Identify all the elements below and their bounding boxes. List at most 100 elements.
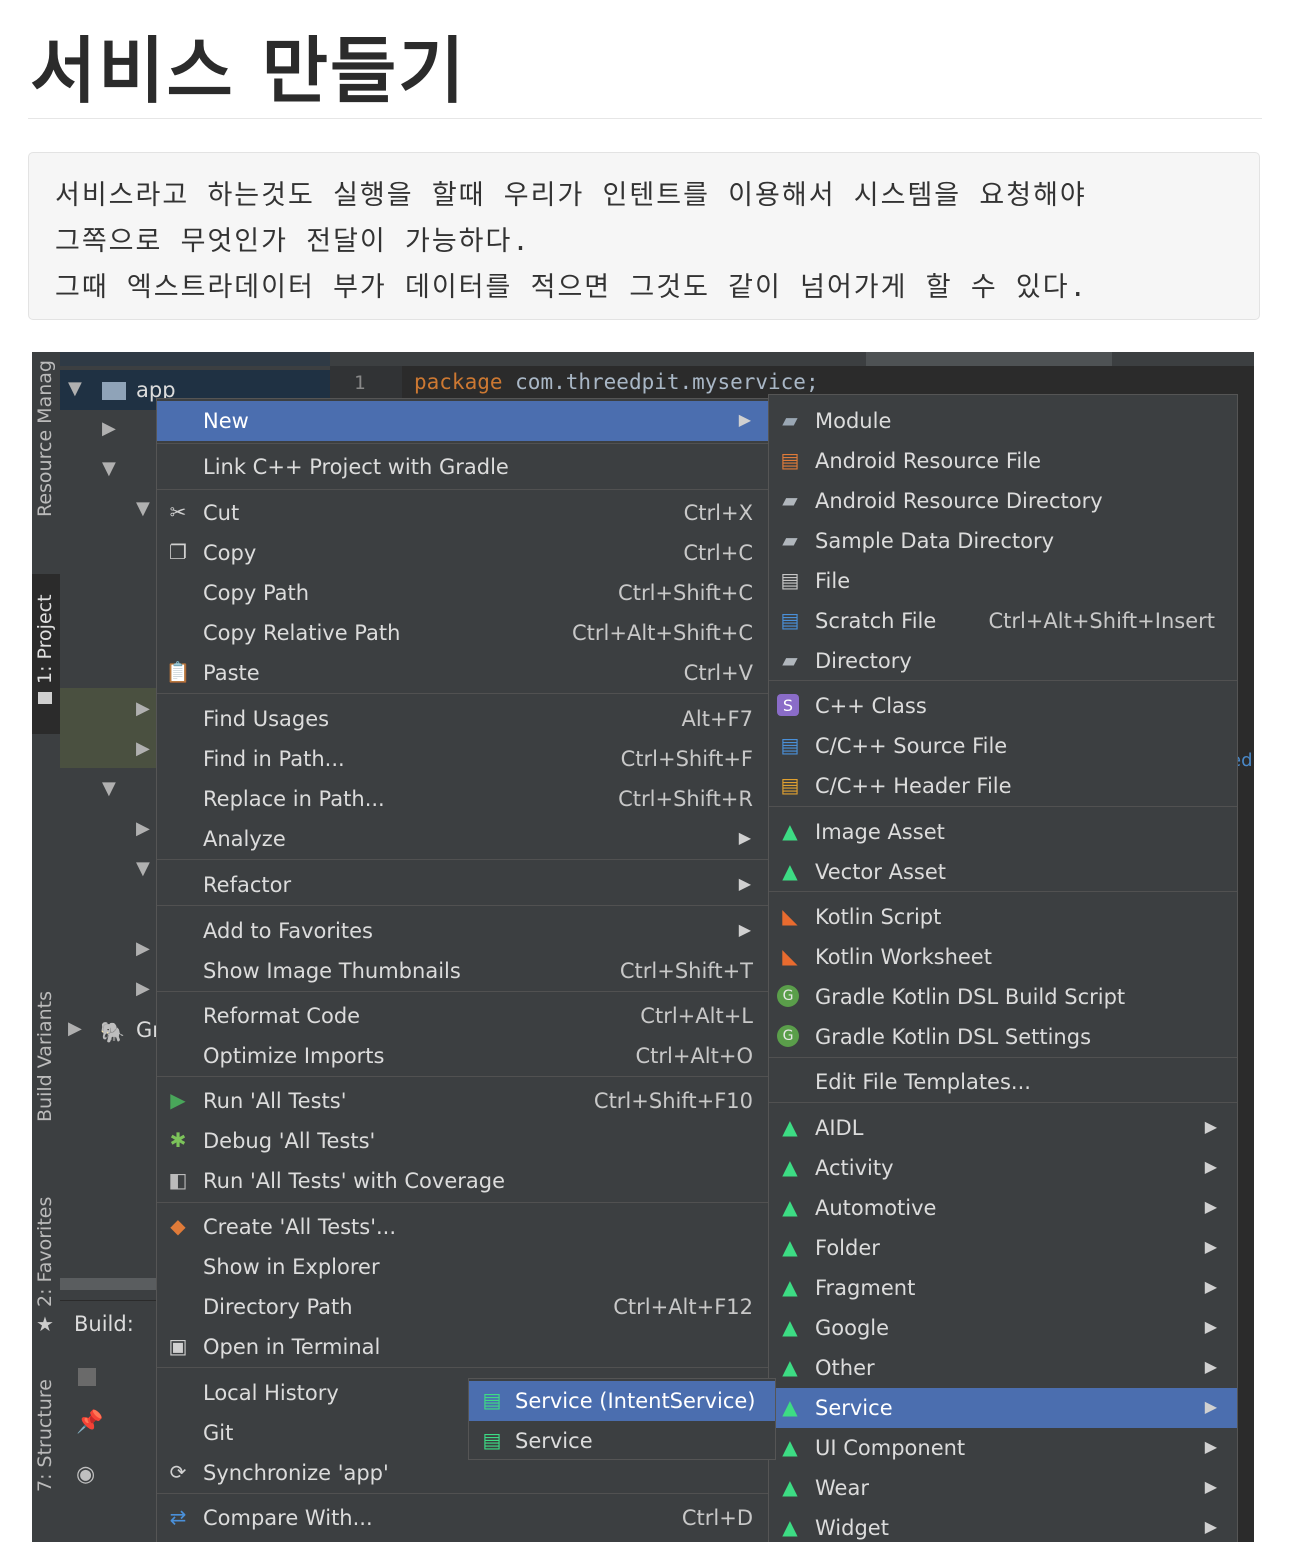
context-menu-item[interactable]: ✂ Cut Ctrl+X: [157, 493, 769, 533]
context-menu-item[interactable]: Optimize Imports Ctrl+Alt+O: [157, 1036, 769, 1076]
new-submenu-item[interactable]: G Gradle Kotlin DSL Settings: [769, 1017, 1237, 1057]
menu-separator: [157, 1493, 769, 1494]
submenu-arrow-icon: ▶: [1204, 1197, 1217, 1216]
context-menu-item[interactable]: Refactor ▶: [157, 865, 769, 905]
service-submenu-item[interactable]: ▤ Service (IntentService): [469, 1381, 775, 1421]
submenu-arrow-icon: ▶: [1204, 1477, 1217, 1496]
active-editor-tab[interactable]: [866, 352, 1112, 366]
new-submenu-item-label: File: [815, 569, 851, 593]
android-icon: ▲: [782, 1475, 798, 1499]
new-submenu-item[interactable]: ◣ Kotlin Worksheet: [769, 937, 1237, 977]
gradle-icon: G: [777, 1025, 799, 1047]
new-submenu-item[interactable]: ◣ Kotlin Script: [769, 897, 1237, 937]
context-menu-item[interactable]: ◆ Create 'All Tests'...: [157, 1207, 769, 1247]
new-submenu-item[interactable]: ▲ Wear ▶: [769, 1468, 1237, 1508]
context-menu-item[interactable]: ❐ Copy Ctrl+C: [157, 533, 769, 573]
new-submenu-item[interactable]: ▲ UI Component ▶: [769, 1428, 1237, 1468]
new-submenu-item[interactable]: ▤ C/C++ Source File: [769, 726, 1237, 766]
new-submenu-item[interactable]: ▲ Other ▶: [769, 1348, 1237, 1388]
expand-arrow-icon[interactable]: ▶: [102, 418, 116, 439]
new-submenu-item[interactable]: Edit File Templates...: [769, 1062, 1237, 1102]
context-menu-item[interactable]: Directory Path Ctrl+Alt+F12: [157, 1287, 769, 1327]
context-menu-item[interactable]: Show in Explorer: [157, 1247, 769, 1287]
context-menu-item[interactable]: Find in Path... Ctrl+Shift+F: [157, 739, 769, 779]
expand-arrow-icon[interactable]: ▶: [136, 738, 150, 759]
shortcut-label: Ctrl+V: [683, 661, 753, 685]
expand-arrow-icon[interactable]: ▼: [102, 778, 116, 799]
new-submenu-item[interactable]: ▰ Android Resource Directory: [769, 481, 1237, 521]
new-submenu-item-label: Fragment: [815, 1276, 916, 1300]
expand-arrow-icon[interactable]: ▶: [136, 938, 150, 959]
new-submenu-item[interactable]: ▤ Scratch File Ctrl+Alt+Shift+Insert: [769, 601, 1237, 641]
tab-project[interactable]: 1: Project: [32, 574, 60, 734]
context-menu-item[interactable]: ✱ Debug 'All Tests': [157, 1121, 769, 1161]
new-submenu-item[interactable]: ▰ Directory: [769, 641, 1237, 681]
context-menu-item[interactable]: Show Image Thumbnails Ctrl+Shift+T: [157, 951, 769, 991]
android-icon: ▲: [782, 859, 798, 883]
context-menu-item[interactable]: ▣ Open in Terminal: [157, 1327, 769, 1367]
submenu-arrow-icon: ▶: [1204, 1317, 1217, 1336]
new-submenu-item[interactable]: ▲ Widget ▶: [769, 1508, 1237, 1542]
context-menu-item[interactable]: Analyze ▶: [157, 819, 769, 859]
context-menu-item-label: Compare With...: [203, 1506, 373, 1530]
submenu-arrow-icon: ▶: [738, 410, 751, 429]
context-menu-item[interactable]: ◧ Run 'All Tests' with Coverage: [157, 1161, 769, 1201]
expand-arrow-icon[interactable]: ▶: [136, 818, 150, 839]
new-submenu-item[interactable]: ▲ Automotive ▶: [769, 1188, 1237, 1228]
expand-arrow-icon[interactable]: ▶: [136, 698, 150, 719]
expand-arrow-icon[interactable]: ▼: [136, 498, 150, 519]
context-menu-item-label: Copy: [203, 541, 257, 565]
service-submenu-item[interactable]: ▤ Service: [469, 1421, 775, 1461]
expand-arrow-icon[interactable]: ▶: [68, 1018, 82, 1039]
new-submenu-item[interactable]: ▰ Module: [769, 401, 1237, 441]
new-submenu-item[interactable]: S C++ Class: [769, 686, 1237, 726]
context-menu-item[interactable]: New ▶: [157, 401, 769, 441]
editor-tabs: [330, 352, 1254, 366]
new-submenu-item[interactable]: G Gradle Kotlin DSL Build Script: [769, 977, 1237, 1017]
new-submenu-item[interactable]: ▲ Activity ▶: [769, 1148, 1237, 1188]
new-submenu-item[interactable]: ▲ Folder ▶: [769, 1228, 1237, 1268]
pin-icon[interactable]: 📌: [76, 1410, 103, 1435]
context-menu-item[interactable]: Add to Favorites ▶: [157, 911, 769, 951]
android-icon: ▲: [782, 1355, 798, 1379]
tab-favorites[interactable]: 2: Favorites ★: [32, 1192, 60, 1342]
expand-arrow-icon[interactable]: ▼: [136, 858, 150, 879]
new-submenu-item[interactable]: ▲ Google ▶: [769, 1308, 1237, 1348]
context-menu-item[interactable]: Copy Path Ctrl+Shift+C: [157, 573, 769, 613]
new-submenu-item[interactable]: ▲ AIDL ▶: [769, 1108, 1237, 1148]
tab-structure[interactable]: 7: Structure: [32, 1377, 60, 1527]
context-menu-item[interactable]: Link C++ Project with Gradle: [157, 447, 769, 487]
context-menu-item[interactable]: Copy Relative Path Ctrl+Alt+Shift+C: [157, 613, 769, 653]
stop-icon[interactable]: [78, 1368, 96, 1386]
context-menu-item[interactable]: Replace in Path... Ctrl+Shift+R: [157, 779, 769, 819]
context-menu-item[interactable]: Reformat Code Ctrl+Alt+L: [157, 996, 769, 1036]
context-menu-item[interactable]: 📋 Paste Ctrl+V: [157, 653, 769, 693]
new-submenu-item[interactable]: ▤ File: [769, 561, 1237, 601]
new-submenu-item[interactable]: ▲ Fragment ▶: [769, 1268, 1237, 1308]
paste-icon: 📋: [165, 660, 191, 684]
new-submenu-item[interactable]: ▲ Service ▶: [769, 1388, 1237, 1428]
note-line: 그때 엑스트라데이터 부가 데이터를 적으면 그것도 같이 넘어가게 할 수 있…: [55, 272, 1088, 303]
expand-arrow-icon[interactable]: ▶: [136, 978, 150, 999]
android-icon: ▲: [782, 1195, 798, 1219]
context-menu-item-label: Copy Relative Path: [203, 621, 401, 645]
shortcut-label: Ctrl+Alt+Shift+Insert: [988, 609, 1215, 633]
new-submenu-item[interactable]: ▰ Sample Data Directory: [769, 521, 1237, 561]
android-icon: ▲: [782, 819, 798, 843]
expand-arrow-icon[interactable]: ▼: [68, 378, 82, 399]
expand-arrow-icon[interactable]: ▼: [102, 458, 116, 479]
new-submenu-item[interactable]: ▲ Image Asset: [769, 812, 1237, 852]
context-menu-item[interactable]: Find Usages Alt+F7: [157, 699, 769, 739]
page-title: 서비스 만들기: [30, 29, 467, 113]
panel-header: [60, 352, 330, 366]
new-submenu-item[interactable]: ▤ Android Resource File: [769, 441, 1237, 481]
context-menu-item[interactable]: ▶ Run 'All Tests' Ctrl+Shift+F10: [157, 1081, 769, 1121]
new-submenu-item[interactable]: ▲ Vector Asset: [769, 852, 1237, 892]
new-submenu-item[interactable]: ▤ C/C++ Header File: [769, 766, 1237, 806]
tab-build-variants[interactable]: Build Variants: [32, 982, 60, 1152]
context-menu-item[interactable]: ⇄ Compare With... Ctrl+D: [157, 1498, 769, 1538]
eye-icon[interactable]: ◉: [76, 1462, 95, 1487]
android-icon: ▲: [782, 1115, 798, 1139]
gradle-elephant-icon: 🐘: [100, 1020, 125, 1044]
tab-resource-manager[interactable]: Resource Manag: [32, 352, 60, 542]
